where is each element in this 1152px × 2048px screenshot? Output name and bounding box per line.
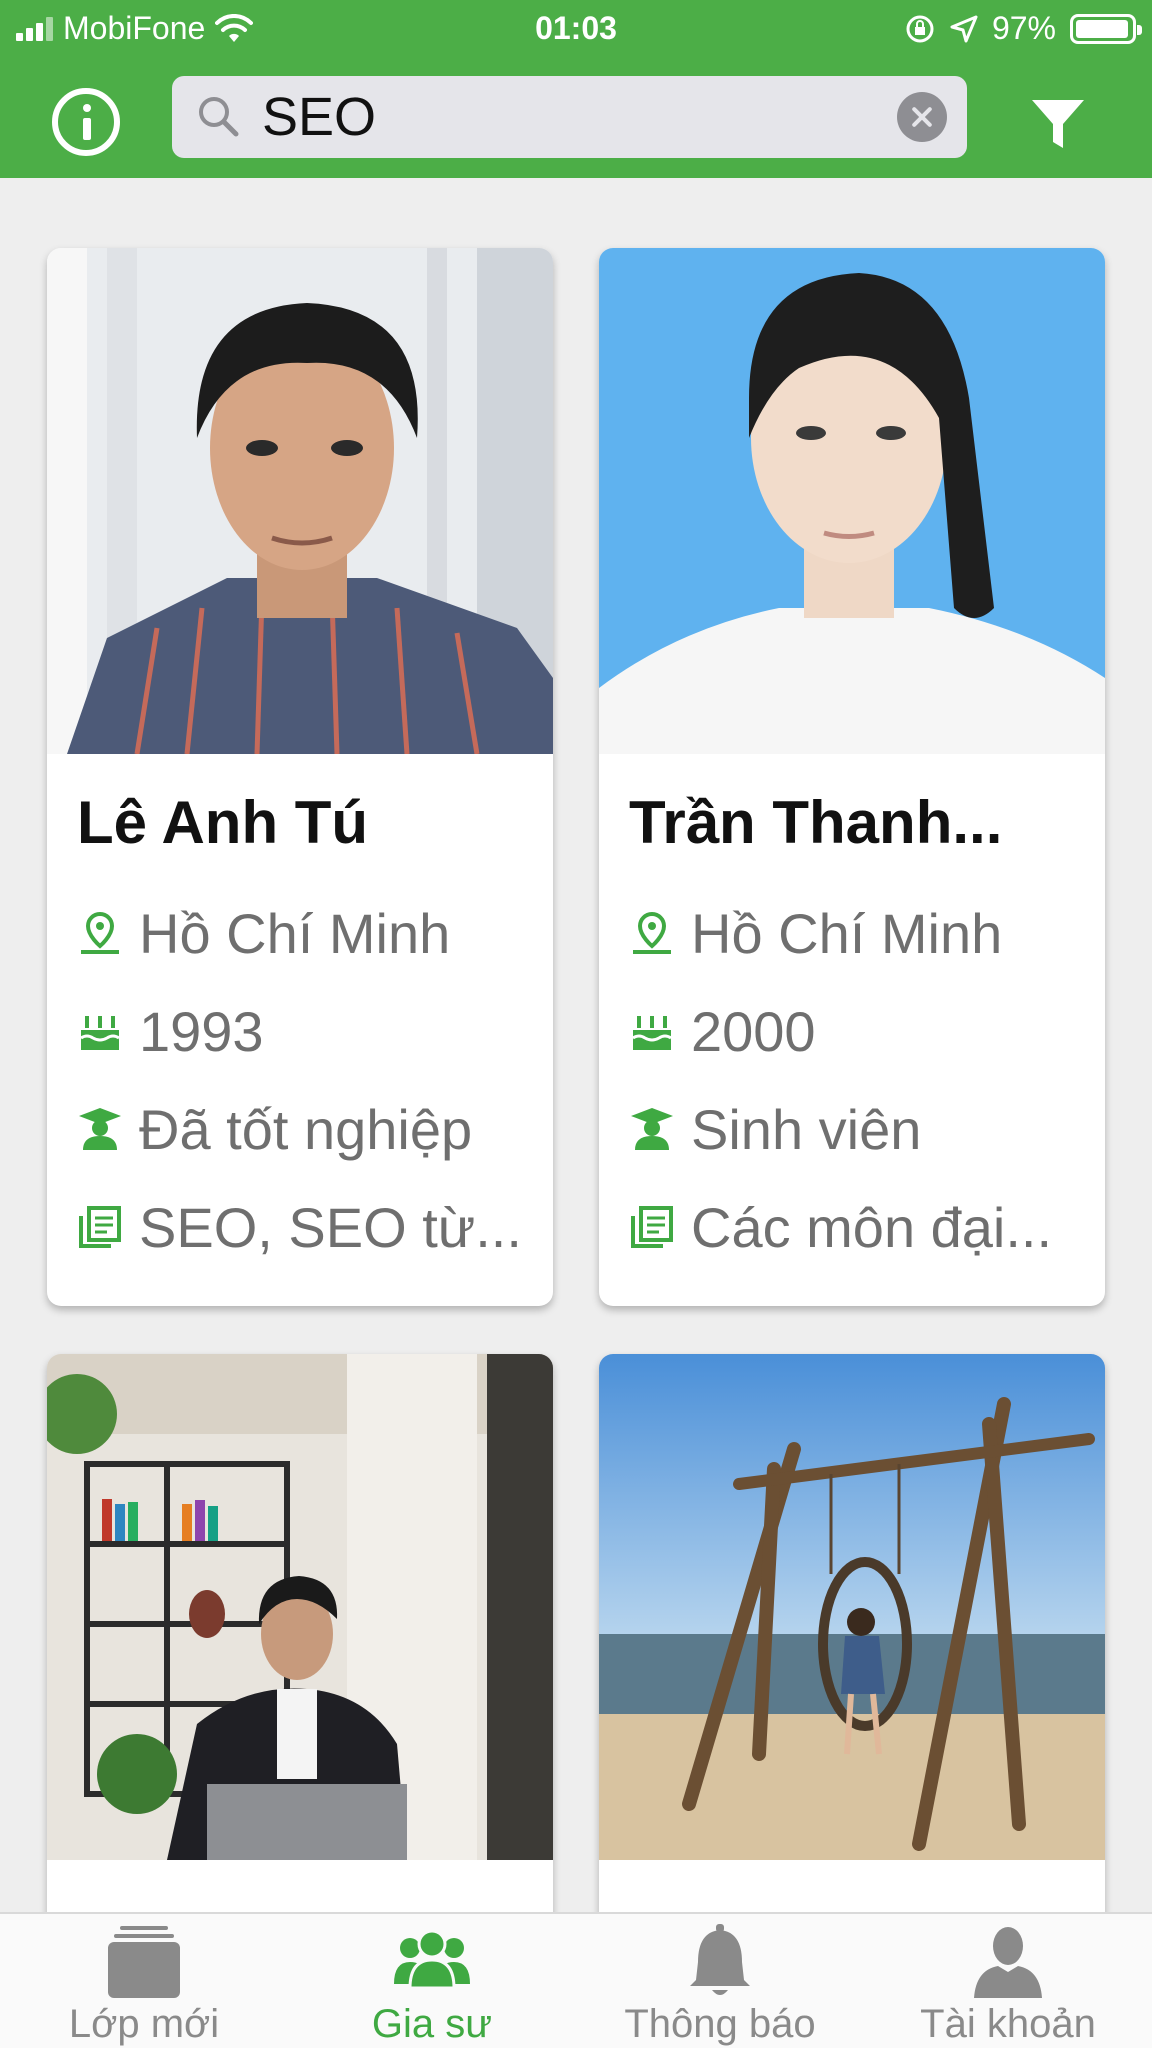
tutor-photo (47, 1354, 553, 1860)
tutor-subjects: SEO, SEO từ... (77, 1192, 537, 1262)
tab-label: Tài khoản (920, 2002, 1096, 2046)
location-text: Hồ Chí Minh (691, 901, 1003, 965)
tab-label: Lớp mới (68, 2002, 220, 2046)
graduate-icon (79, 1108, 121, 1150)
subjects-text: SEO, SEO từ... (139, 1195, 522, 1259)
tutor-location: Hồ Chí Minh (77, 898, 537, 968)
status-right: 97% (904, 10, 1142, 47)
search-bar[interactable] (172, 76, 967, 158)
tab-label: Gia sư (371, 2002, 493, 2046)
tutor-subjects: Các môn đại... (629, 1192, 1089, 1262)
clear-icon[interactable] (897, 92, 947, 142)
account-icon (974, 1927, 1042, 1998)
graduate-icon (631, 1108, 673, 1150)
battery-percent: 97% (991, 10, 1056, 46)
tutor-location: Hồ Chí Minh (629, 898, 1089, 968)
location-text: Hồ Chí Minh (139, 901, 451, 965)
tab-label: Thông báo (624, 2002, 816, 2046)
tutor-card[interactable]: Trần Thanh... Hồ Chí Minh 2000 Sinh viên… (599, 248, 1105, 1306)
tab-tutors[interactable]: Gia sư (288, 1914, 576, 2048)
tutor-education: Đã tốt nghiệp (77, 1094, 537, 1164)
cake-icon (80, 1016, 120, 1050)
location-icon (633, 911, 671, 954)
rotation-lock-icon (906, 15, 934, 42)
status-bar: MobiFone 01:03 97% (0, 0, 1152, 58)
tutor-birth-year: 2000 (629, 996, 1089, 1066)
tutor-name: Lê Anh Tú (77, 789, 369, 856)
app-header: MobiFone 01:03 97% (0, 0, 1152, 178)
birth-year-text: 2000 (691, 999, 816, 1063)
tab-notifications[interactable]: Thông báo (576, 1914, 864, 2048)
battery-icon (1070, 13, 1142, 44)
birth-year-text: 1993 (139, 999, 264, 1063)
education-text: Đã tốt nghiệp (139, 1097, 473, 1161)
tab-account[interactable]: Tài khoản (864, 1914, 1152, 2048)
cake-icon (632, 1016, 672, 1050)
classes-icon (108, 1926, 180, 1998)
tutor-card[interactable] (599, 1354, 1105, 1974)
book-icon (631, 1206, 673, 1248)
search-input[interactable] (262, 84, 842, 150)
education-text: Sinh viên (691, 1097, 922, 1161)
tab-new-classes[interactable]: Lớp mới (0, 1914, 288, 2048)
search-icon (199, 97, 239, 137)
book-icon (79, 1206, 121, 1248)
subjects-text: Các môn đại... (691, 1195, 1053, 1259)
tutor-photo (599, 248, 1105, 754)
battery-fill (1076, 19, 1129, 38)
bell-icon (690, 1924, 750, 1995)
tutors-icon (394, 1929, 470, 1990)
tutor-photo (599, 1354, 1105, 1860)
location-arrow-icon (950, 15, 978, 42)
tutor-photo (47, 248, 553, 754)
tutor-card[interactable]: Lê Anh Tú Hồ Chí Minh 1993 Đã tốt nghiệp… (47, 248, 553, 1306)
tutor-name: Trần Thanh... (629, 789, 1003, 856)
info-icon[interactable] (52, 88, 120, 156)
bottom-tab-bar: Lớp mới Gia sư Thông báo Tài khoản (0, 1912, 1152, 2048)
location-icon (81, 911, 119, 954)
tutor-card[interactable] (47, 1354, 553, 1974)
tutor-education: Sinh viên (629, 1094, 1089, 1164)
filter-icon[interactable] (1030, 96, 1086, 152)
tutor-birth-year: 1993 (77, 996, 537, 1066)
